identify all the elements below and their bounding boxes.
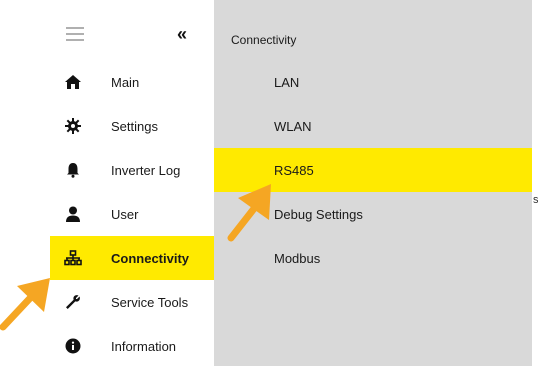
sidebar-item-label: Information [111, 338, 177, 354]
info-icon [64, 337, 82, 355]
sidebar-item-connectivity[interactable]: Connectivity [50, 236, 214, 280]
home-icon [64, 73, 82, 91]
sidebar-item-settings[interactable]: Settings [50, 104, 214, 148]
submenu-item-label: Debug Settings [274, 206, 363, 222]
sidebar-item-label: Service Tools [111, 294, 189, 310]
network-icon [64, 249, 82, 267]
submenu-item-lan[interactable]: LAN [214, 60, 532, 104]
submenu-item-label: LAN [274, 74, 300, 90]
hamburger-menu-icon[interactable] [66, 27, 84, 41]
sidebar-item-inverter-log[interactable]: Inverter Log [50, 148, 214, 192]
submenu-item-label: RS485 [274, 162, 314, 178]
submenu-item-rs485[interactable]: RS485 [214, 148, 532, 192]
bell-icon [64, 161, 82, 179]
sidebar: « Main Settings Inverter Log User Connec… [50, 0, 214, 366]
sidebar-item-label: Inverter Log [111, 162, 181, 178]
sidebar-item-label: Connectivity [111, 250, 190, 266]
submenu-title: Connectivity [231, 33, 297, 47]
submenu-item-label: Modbus [274, 250, 321, 266]
connectivity-submenu: Connectivity LAN WLAN RS485 Debug Settin… [214, 0, 532, 366]
sidebar-item-label: Settings [111, 118, 158, 134]
sidebar-header: « [50, 0, 214, 60]
submenu-item-wlan[interactable]: WLAN [214, 104, 532, 148]
sidebar-item-label: Main [111, 74, 140, 90]
gear-icon [64, 117, 82, 135]
submenu-item-debug-settings[interactable]: Debug Settings [214, 192, 532, 236]
clipped-text: s [533, 194, 538, 206]
sidebar-item-label: User [111, 206, 139, 222]
user-icon [64, 205, 82, 223]
sidebar-item-main[interactable]: Main [50, 60, 214, 104]
sidebar-item-user[interactable]: User [50, 192, 214, 236]
submenu-item-label: WLAN [274, 118, 312, 134]
submenu-item-modbus[interactable]: Modbus [214, 236, 532, 280]
collapse-sidebar-icon[interactable]: « [177, 24, 187, 45]
sidebar-item-service-tools[interactable]: Service Tools [50, 280, 214, 324]
sidebar-item-information[interactable]: Information [50, 324, 214, 368]
content-edge [532, 0, 538, 366]
wrench-icon [64, 293, 82, 311]
